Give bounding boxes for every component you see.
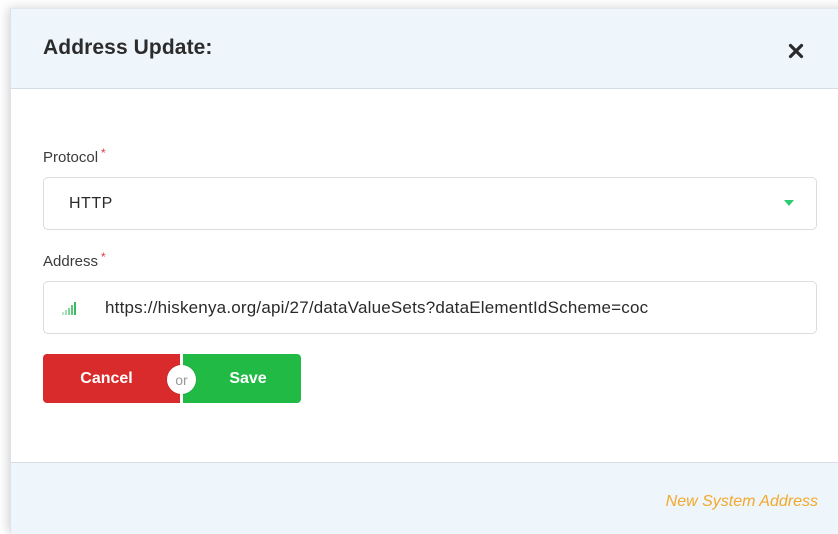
dropdown-arrow-icon xyxy=(784,200,794,206)
close-button[interactable] xyxy=(786,41,806,61)
protocol-label: Protocol * xyxy=(43,146,106,166)
protocol-label-text: Protocol xyxy=(43,149,99,166)
action-buttons: Cancel Save or xyxy=(43,354,301,403)
address-input[interactable]: https://hiskenya.org/api/27/dataValueSet… xyxy=(105,298,805,318)
protocol-select[interactable]: HTTP xyxy=(43,177,817,230)
protocol-required-mark: * xyxy=(101,146,106,160)
new-system-address-link[interactable]: New System Address xyxy=(666,493,818,511)
or-separator: or xyxy=(167,365,196,394)
address-update-modal: Address Update: Protocol * HTTP Address * … xyxy=(10,8,838,534)
modal-footer: New System Address xyxy=(11,462,838,534)
save-button[interactable]: Save xyxy=(183,354,301,403)
modal-title: Address Update: xyxy=(43,36,213,59)
address-field[interactable]: https://hiskenya.org/api/27/dataValueSet… xyxy=(43,281,817,334)
cancel-button[interactable]: Cancel xyxy=(43,354,180,403)
signal-strength-icon xyxy=(62,302,76,315)
protocol-select-value: HTTP xyxy=(69,195,113,212)
address-label-text: Address xyxy=(43,253,99,270)
address-required-mark: * xyxy=(101,250,106,264)
close-icon xyxy=(788,43,804,59)
address-label: Address * xyxy=(43,250,106,270)
modal-header: Address Update: xyxy=(11,9,838,89)
